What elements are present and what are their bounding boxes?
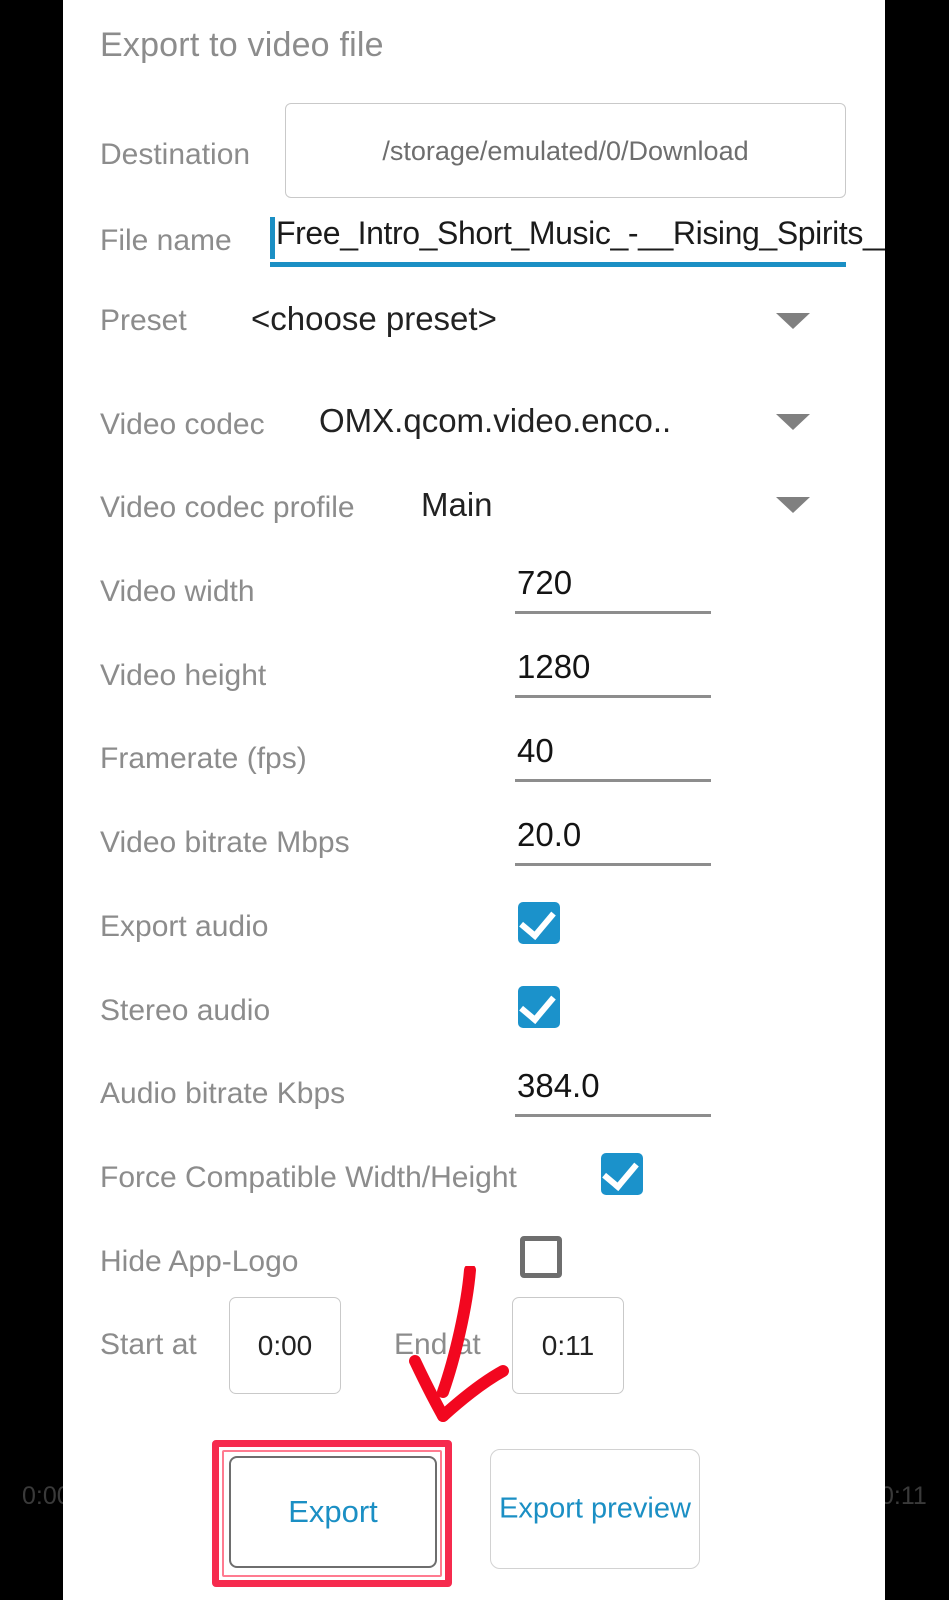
file-name-value: Free_Intro_Short_Music_-__Rising_Spirits… bbox=[276, 215, 885, 251]
export-audio-checkbox[interactable] bbox=[518, 901, 560, 944]
video-bitrate-label: Video bitrate Mbps bbox=[100, 826, 350, 859]
video-height-label: Video height bbox=[100, 659, 267, 692]
hide-app-logo-label: Hide App-Logo bbox=[100, 1245, 299, 1278]
video-width-label: Video width bbox=[100, 575, 255, 608]
destination-field[interactable]: /storage/emulated/0/Download bbox=[285, 103, 846, 198]
video-bitrate-input[interactable]: 20.0 bbox=[515, 816, 711, 866]
check-icon bbox=[519, 901, 556, 941]
destination-label: Destination bbox=[100, 138, 251, 171]
export-preview-button[interactable]: Export preview bbox=[490, 1449, 700, 1569]
video-codec-label: Video codec bbox=[100, 408, 265, 441]
video-height-input[interactable]: 1280 bbox=[515, 648, 711, 698]
video-codec-profile-label: Video codec profile bbox=[100, 491, 355, 524]
export-audio-label: Export audio bbox=[100, 910, 269, 943]
check-icon bbox=[602, 1152, 639, 1192]
video-width-input[interactable]: 720 bbox=[515, 564, 711, 614]
export-button-label: Export bbox=[288, 1494, 378, 1529]
preset-label: Preset bbox=[100, 304, 187, 337]
export-button[interactable]: Export bbox=[229, 1456, 437, 1568]
video-height-value: 1280 bbox=[517, 648, 591, 685]
file-name-input[interactable]: Free_Intro_Short_Music_-__Rising_Spirits… bbox=[270, 215, 885, 267]
video-bitrate-value: 20.0 bbox=[517, 816, 582, 853]
end-at-input[interactable]: 0:11 bbox=[512, 1297, 624, 1394]
audio-bitrate-label: Audio bitrate Kbps bbox=[100, 1077, 346, 1110]
stereo-audio-checkbox[interactable] bbox=[518, 985, 560, 1028]
video-codec-value[interactable]: OMX.qcom.video.enco.. bbox=[319, 402, 671, 440]
start-at-label: Start at bbox=[100, 1328, 197, 1361]
video-codec-profile-value[interactable]: Main bbox=[421, 486, 493, 524]
hide-app-logo-checkbox[interactable] bbox=[520, 1236, 562, 1278]
start-at-value: 0:00 bbox=[257, 1330, 313, 1361]
end-at-value: 0:11 bbox=[541, 1330, 595, 1361]
start-at-input[interactable]: 0:00 bbox=[229, 1297, 341, 1394]
file-name-label: File name bbox=[100, 224, 232, 257]
chevron-down-icon[interactable] bbox=[776, 497, 810, 513]
screen: 0:00 0:11 Export to video file Destinati… bbox=[0, 0, 949, 1600]
dialog-title: Export to video file bbox=[100, 26, 384, 64]
video-width-value: 720 bbox=[517, 564, 573, 601]
framerate-value: 40 bbox=[517, 732, 554, 769]
export-dialog-panel: Export to video file Destination /storag… bbox=[63, 0, 885, 1600]
preset-value[interactable]: <choose preset> bbox=[251, 300, 497, 338]
chevron-down-icon[interactable] bbox=[776, 313, 810, 329]
check-icon bbox=[519, 985, 556, 1025]
framerate-input[interactable]: 40 bbox=[515, 732, 711, 782]
video-time-total: 0:11 bbox=[880, 1482, 927, 1510]
destination-value: /storage/emulated/0/Download bbox=[382, 136, 749, 166]
end-at-label: End at bbox=[394, 1328, 481, 1361]
text-caret bbox=[270, 217, 275, 259]
force-compatible-checkbox[interactable] bbox=[601, 1152, 643, 1195]
export-preview-button-label: Export preview bbox=[499, 1492, 691, 1525]
audio-bitrate-value: 384.0 bbox=[517, 1067, 600, 1104]
chevron-down-icon[interactable] bbox=[776, 414, 810, 430]
audio-bitrate-input[interactable]: 384.0 bbox=[515, 1067, 711, 1117]
framerate-label: Framerate (fps) bbox=[100, 742, 307, 775]
force-compatible-label: Force Compatible Width/Height bbox=[100, 1161, 517, 1194]
stereo-audio-label: Stereo audio bbox=[100, 994, 271, 1027]
